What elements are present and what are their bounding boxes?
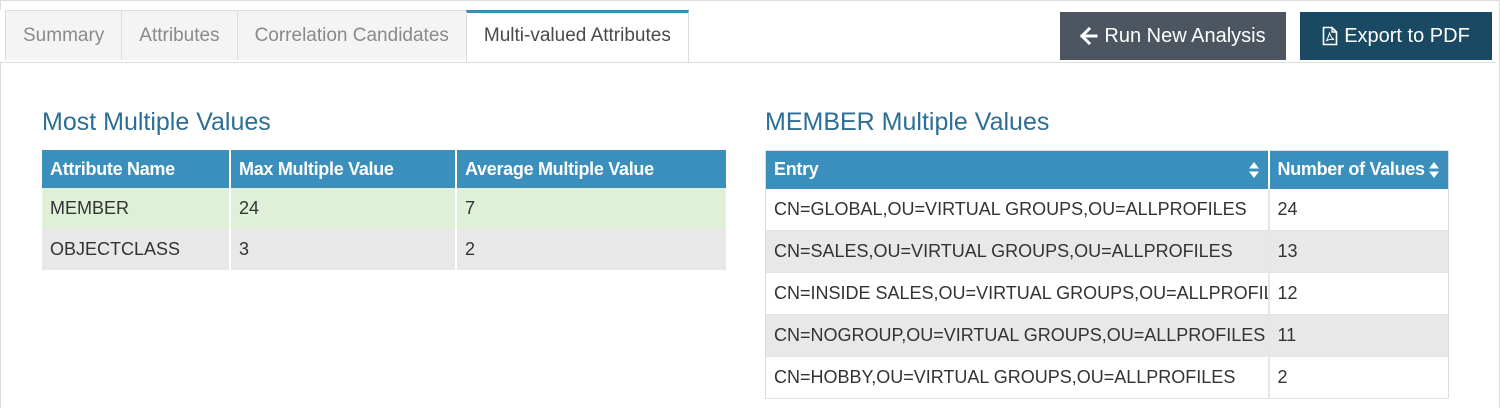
run-new-analysis-label: Run New Analysis <box>1104 24 1266 47</box>
tab-correlation-candidates[interactable]: Correlation Candidates <box>236 10 467 60</box>
table-header-row: Attribute Name Max Multiple Value Averag… <box>42 150 726 188</box>
tab-multi-valued-attributes[interactable]: Multi-valued Attributes <box>465 10 689 62</box>
member-multiple-values-title: MEMBER Multiple Values <box>765 108 1050 136</box>
entry-cell: CN=SALES,OU=VIRTUAL GROUPS,OU=ALLPROFILE… <box>765 230 1270 273</box>
entry-cell: CN=NOGROUP,OU=VIRTUAL GROUPS,OU=ALLPROFI… <box>765 314 1270 357</box>
sort-icon[interactable] <box>1428 161 1440 179</box>
table-row[interactable]: CN=INSIDE SALES,OU=VIRTUAL GROUPS,OU=ALL… <box>765 272 1449 315</box>
table-row[interactable]: CN=HOBBY,OU=VIRTUAL GROUPS,OU=ALLPROFILE… <box>765 356 1449 399</box>
number-of-values-cell: 2 <box>1268 356 1449 399</box>
column-header-entry[interactable]: Entry <box>765 150 1270 189</box>
entry-cell: CN=INSIDE SALES,OU=VIRTUAL GROUPS,OU=ALL… <box>765 272 1270 315</box>
column-header-number-of-values-label: Number of Values <box>1277 159 1426 180</box>
export-to-pdf-button[interactable]: Export to PDF <box>1300 12 1492 60</box>
max-multiple-value-cell: 24 <box>230 188 457 229</box>
column-header-max-multiple-value[interactable]: Max Multiple Value <box>230 150 457 188</box>
column-header-attribute-name[interactable]: Attribute Name <box>42 150 231 188</box>
column-header-average-multiple-value[interactable]: Average Multiple Value <box>456 150 726 188</box>
table-row[interactable]: CN=SALES,OU=VIRTUAL GROUPS,OU=ALLPROFILE… <box>765 230 1449 273</box>
most-multiple-values-title: Most Multiple Values <box>42 108 271 136</box>
tab-attributes[interactable]: Attributes <box>121 10 238 60</box>
average-multiple-value-cell: 7 <box>456 188 726 229</box>
tabs: Summary Attributes Correlation Candidate… <box>5 10 689 62</box>
member-multiple-values-table: Entry Number of Values CN=GLOBAL,OU=VIRT… <box>765 150 1449 399</box>
number-of-values-cell: 24 <box>1268 188 1449 231</box>
export-to-pdf-label: Export to PDF <box>1344 24 1470 47</box>
tab-bar: Summary Attributes Correlation Candidate… <box>0 10 1496 63</box>
average-multiple-value-cell: 2 <box>456 229 726 270</box>
table-header-row: Entry Number of Values <box>765 150 1449 189</box>
attribute-name-cell: MEMBER <box>42 188 231 229</box>
run-new-analysis-button[interactable]: Run New Analysis <box>1060 12 1286 60</box>
pdf-file-icon <box>1322 26 1338 46</box>
column-header-entry-label: Entry <box>774 159 819 180</box>
number-of-values-cell: 11 <box>1268 314 1449 357</box>
column-header-number-of-values[interactable]: Number of Values <box>1268 150 1449 189</box>
attribute-name-cell: OBJECTCLASS <box>42 229 231 270</box>
number-of-values-cell: 12 <box>1268 272 1449 315</box>
number-of-values-cell: 13 <box>1268 230 1449 273</box>
table-row[interactable]: CN=NOGROUP,OU=VIRTUAL GROUPS,OU=ALLPROFI… <box>765 314 1449 357</box>
entry-cell: CN=GLOBAL,OU=VIRTUAL GROUPS,OU=ALLPROFIL… <box>765 188 1270 231</box>
most-multiple-values-table: Attribute Name Max Multiple Value Averag… <box>42 150 726 270</box>
arrow-left-icon <box>1080 27 1098 45</box>
table-row[interactable]: OBJECTCLASS 3 2 <box>42 229 726 270</box>
max-multiple-value-cell: 3 <box>230 229 457 270</box>
tab-summary[interactable]: Summary <box>5 10 123 60</box>
table-row[interactable]: MEMBER 24 7 <box>42 188 726 229</box>
sort-icon[interactable] <box>1248 161 1260 179</box>
entry-cell: CN=HOBBY,OU=VIRTUAL GROUPS,OU=ALLPROFILE… <box>765 356 1270 399</box>
table-row[interactable]: CN=GLOBAL,OU=VIRTUAL GROUPS,OU=ALLPROFIL… <box>765 188 1449 231</box>
